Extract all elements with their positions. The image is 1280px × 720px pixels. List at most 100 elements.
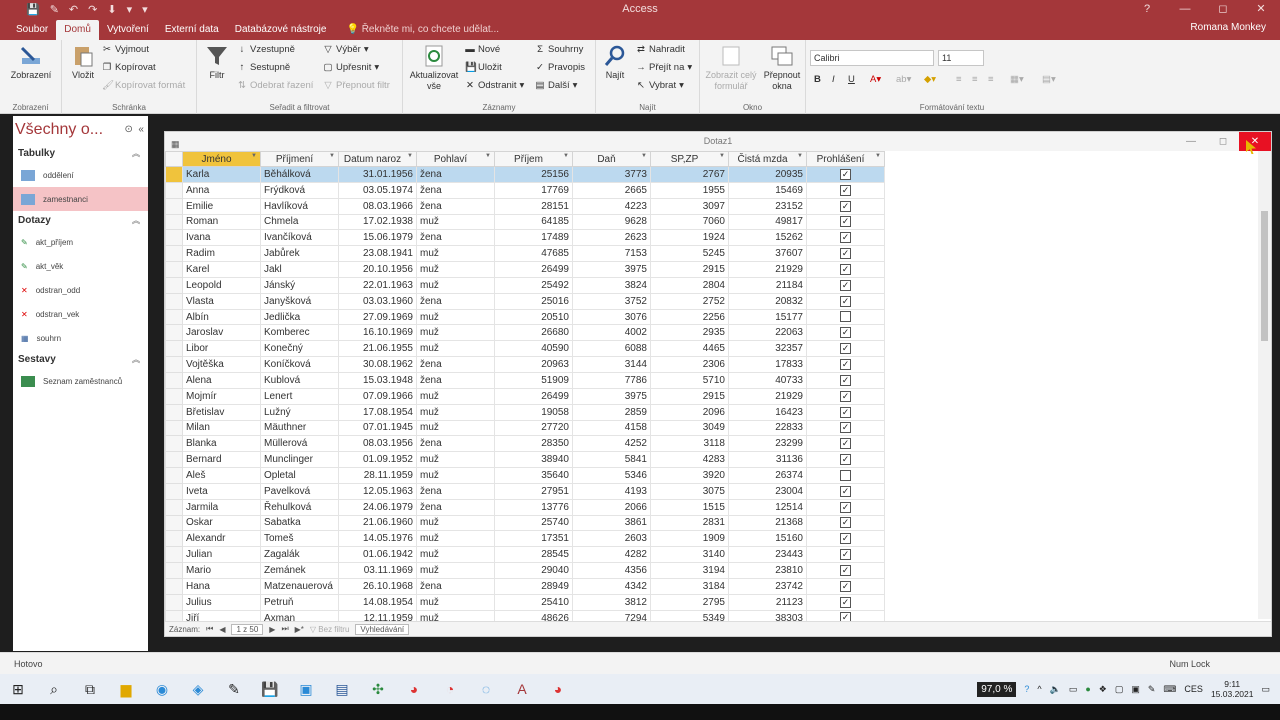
table-row[interactable]: Libor Konečný 21.06.1955 muž 40590 6088 4465 32…: [165, 340, 885, 358]
table-cell[interactable]: muž: [416, 213, 495, 231]
checkbox-cell[interactable]: ✓: [806, 403, 885, 421]
table-cell[interactable]: 2066: [572, 498, 651, 516]
checkbox-cell[interactable]: ✓: [806, 181, 885, 199]
table-cell[interactable]: 3773: [572, 166, 651, 183]
table-cell[interactable]: Mäuthner: [260, 419, 339, 437]
table-row[interactable]: Ivana Ivančíková 15.06.1979 žena 17489 2623 19…: [165, 229, 885, 247]
table-cell[interactable]: žena: [416, 356, 495, 373]
table-cell[interactable]: Matzenauerová: [260, 577, 339, 595]
checkbox[interactable]: ✓: [840, 232, 851, 244]
table-cell[interactable]: Julian: [182, 546, 261, 564]
table-cell[interactable]: 15.06.1979: [338, 229, 417, 247]
maximize-button[interactable]: ◻: [1204, 0, 1242, 18]
dropdown-arrow-icon[interactable]: ▼: [485, 153, 491, 159]
column-header[interactable]: Datum naroz ▼: [338, 151, 417, 167]
record-position-input[interactable]: 1 z 50: [231, 623, 264, 635]
table-cell[interactable]: 22833: [728, 419, 807, 437]
nav-item-query[interactable]: ▦ souhrn: [13, 326, 148, 350]
table-cell[interactable]: 14.05.1976: [338, 530, 417, 548]
table-cell[interactable]: 2935: [650, 324, 729, 342]
dropdown-arrow-icon[interactable]: ▼: [563, 153, 569, 159]
table-row[interactable]: Mojmír Lenert 07.09.1966 muž 26499 3975 2915 21…: [165, 387, 885, 405]
table-row[interactable]: Mario Zemánek 03.11.1969 muž 29040 4356 3194 23…: [165, 562, 885, 579]
table-cell[interactable]: 2623: [572, 229, 651, 247]
table-cell[interactable]: 01.06.1942: [338, 546, 417, 564]
checkbox[interactable]: ✓: [840, 248, 851, 260]
dropbox-icon[interactable]: ❖: [1099, 684, 1107, 695]
table-cell[interactable]: Blanka: [182, 435, 261, 453]
table-cell[interactable]: 3812: [572, 593, 651, 611]
table-cell[interactable]: žena: [416, 229, 495, 247]
table-cell[interactable]: Janyšková: [260, 292, 339, 310]
table-cell[interactable]: 3076: [572, 308, 651, 326]
table-cell[interactable]: Karla: [182, 166, 261, 183]
table-cell[interactable]: 16.10.1969: [338, 324, 417, 342]
record-selector[interactable]: [165, 498, 183, 516]
table-cell[interactable]: 20510: [494, 308, 573, 326]
italic-button[interactable]: I: [832, 74, 835, 85]
table-cell[interactable]: 3824: [572, 276, 651, 294]
table-cell[interactable]: Pavelková: [260, 482, 339, 500]
table-row[interactable]: Karel Jakl 20.10.1956 muž 26499 3975 2915 21929…: [165, 261, 885, 278]
switch-windows-button[interactable]: Přepnout okna: [760, 44, 804, 92]
delete-record-button[interactable]: ✕ Odstranit ▾: [465, 80, 524, 91]
align-center-button[interactable]: ≡: [972, 74, 978, 85]
table-cell[interactable]: 01.09.1952: [338, 451, 417, 469]
record-selector[interactable]: [165, 371, 183, 389]
view-button[interactable]: Zobrazení: [6, 44, 56, 81]
table-cell[interactable]: 23004: [728, 482, 807, 500]
table-cell[interactable]: 17351: [494, 530, 573, 548]
checkbox[interactable]: ✓: [840, 580, 851, 592]
notifications-icon[interactable]: ▭: [1261, 684, 1270, 695]
chrome-icon[interactable]: ◕: [402, 678, 426, 700]
table-cell[interactable]: 03.05.1974: [338, 181, 417, 199]
table-row[interactable]: Oskar Sabatka 21.06.1960 muž 25740 3861 2831 21…: [165, 514, 885, 532]
tray-icon[interactable]: ▢: [1115, 684, 1124, 695]
table-cell[interactable]: Havlíková: [260, 197, 339, 215]
tell-me-box[interactable]: 💡 Řekněte mi, co chcete udělat...: [334, 20, 499, 40]
dropdown-arrow-icon[interactable]: ▼: [251, 153, 257, 159]
table-cell[interactable]: Müllerová: [260, 435, 339, 453]
table-cell[interactable]: Koníčková: [260, 356, 339, 373]
nav-item-query[interactable]: ✕ odstran_odd: [13, 278, 148, 302]
table-row[interactable]: Karla Běhálková 31.01.1956 žena 25156 3773 276…: [165, 166, 885, 183]
table-cell[interactable]: Opletal: [260, 467, 339, 484]
table-cell[interactable]: muž: [416, 514, 495, 532]
table-cell[interactable]: žena: [416, 292, 495, 310]
table-cell[interactable]: 2096: [650, 403, 729, 421]
table-cell[interactable]: Ivana: [182, 229, 261, 247]
table-cell[interactable]: muž: [416, 593, 495, 611]
table-row[interactable]: Iveta Pavelková 12.05.1963 žena 27951 4193 307…: [165, 482, 885, 500]
table-cell[interactable]: 51909: [494, 371, 573, 389]
dropdown-arrow-icon[interactable]: ▼: [641, 153, 647, 159]
table-cell[interactable]: 25492: [494, 276, 573, 294]
record-selector[interactable]: [165, 308, 183, 326]
checkbox[interactable]: ✓: [840, 279, 851, 291]
record-selector[interactable]: [165, 261, 183, 278]
record-selector[interactable]: [165, 467, 183, 484]
first-record-button[interactable]: ⏮: [206, 624, 213, 634]
table-cell[interactable]: 23152: [728, 197, 807, 215]
nav-item-table[interactable]: zamestnanci: [13, 187, 148, 211]
checkbox[interactable]: ✓: [840, 406, 851, 418]
filter-button[interactable]: Filtr: [201, 44, 233, 81]
record-selector[interactable]: [165, 530, 183, 548]
alt-row-color-button[interactable]: ▤▾: [1042, 74, 1056, 85]
record-selector[interactable]: [165, 245, 183, 263]
filter-status[interactable]: ▽ Bez filtru: [310, 625, 350, 634]
table-cell[interactable]: 3097: [650, 197, 729, 215]
table-cell[interactable]: muž: [416, 467, 495, 484]
table-cell[interactable]: Lenert: [260, 387, 339, 405]
checkbox[interactable]: ✓: [840, 438, 851, 450]
table-cell[interactable]: Oskar: [182, 514, 261, 532]
chrome-icon[interactable]: ◔: [438, 678, 462, 700]
table-cell[interactable]: 26680: [494, 324, 573, 342]
tab-home[interactable]: Domů: [56, 20, 99, 40]
app-icon[interactable]: ◉: [150, 678, 174, 700]
table-cell[interactable]: Sabatka: [260, 514, 339, 532]
table-row[interactable]: Hana Matzenauerová 26.10.1968 žena 28949 4342…: [165, 577, 885, 595]
table-cell[interactable]: 25740: [494, 514, 573, 532]
table-cell[interactable]: žena: [416, 482, 495, 500]
column-header[interactable]: Příjmení ▼: [260, 151, 339, 167]
query-window-title-bar[interactable]: ▦ Dotaz1 — ◻ ✕: [165, 132, 1271, 151]
